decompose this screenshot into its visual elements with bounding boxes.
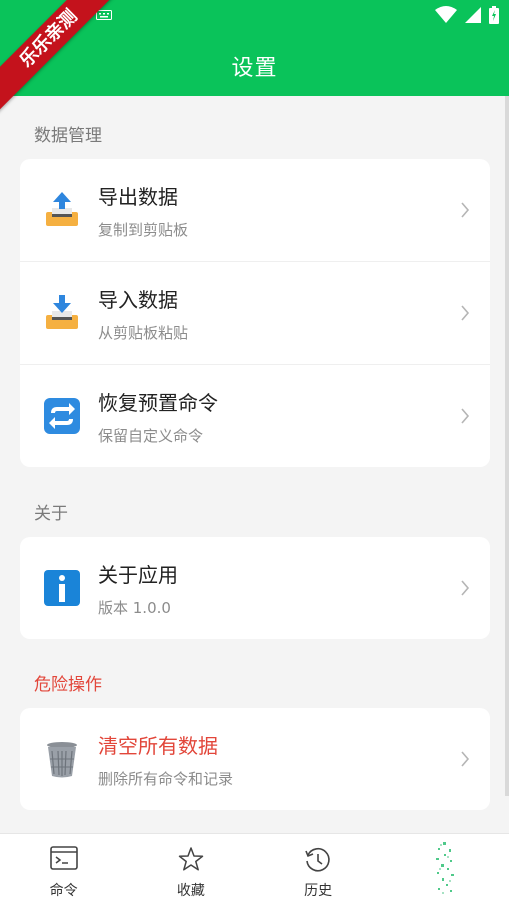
chevron-right-icon — [461, 751, 470, 767]
danger-card: 清空所有数据 删除所有命令和记录 — [20, 708, 490, 810]
export-data-subtitle: 复制到剪贴板 — [98, 221, 189, 239]
page-title: 设置 — [231, 56, 278, 81]
history-clock-icon — [305, 848, 330, 872]
restore-presets-row[interactable]: 恢复预置命令 保留自定义命令 — [20, 365, 490, 467]
status-icons — [435, 6, 499, 24]
tab-favorites[interactable]: 收藏 — [127, 834, 254, 906]
app-version-text: 版本 1.0.0 — [98, 599, 171, 617]
restore-arrows-icon — [44, 398, 80, 434]
section-title-about: 关于 — [34, 504, 68, 524]
section-title-data: 数据管理 — [34, 126, 102, 146]
export-data-row[interactable]: 导出数据 复制到剪贴板 — [20, 159, 490, 262]
sparkle-icon — [436, 842, 455, 894]
about-card: 关于应用 版本 1.0.0 — [20, 537, 490, 639]
clear-all-data-title: 清空所有数据 — [98, 734, 218, 758]
tab-history[interactable]: 历史 — [255, 834, 382, 906]
import-data-subtitle: 从剪贴板粘贴 — [98, 324, 189, 342]
import-tray-icon — [46, 295, 78, 329]
keyboard-icon — [96, 10, 112, 20]
bottom-navigation: 命令 收藏 历史 — [0, 833, 509, 906]
restore-presets-subtitle: 保留自定义命令 — [98, 427, 204, 445]
export-data-title: 导出数据 — [98, 185, 178, 209]
tab-settings[interactable] — [382, 834, 509, 906]
tab-commands[interactable]: 命令 — [0, 834, 127, 906]
chevron-right-icon — [461, 305, 470, 321]
chevron-right-icon — [461, 202, 470, 218]
chevron-right-icon — [461, 408, 470, 424]
about-app-row[interactable]: 关于应用 版本 1.0.0 — [20, 537, 490, 639]
import-data-title: 导入数据 — [98, 288, 178, 312]
info-icon — [44, 570, 80, 606]
about-app-title: 关于应用 — [98, 563, 178, 587]
chevron-right-icon — [461, 580, 470, 596]
tab-label-history: 历史 — [304, 883, 333, 899]
clear-all-data-row[interactable]: 清空所有数据 删除所有命令和记录 — [20, 708, 490, 810]
export-tray-icon — [46, 192, 78, 226]
wifi-icon — [435, 6, 457, 23]
tab-label-favorites: 收藏 — [176, 883, 205, 899]
import-data-row[interactable]: 导入数据 从剪贴板粘贴 — [20, 262, 490, 365]
clear-all-data-subtitle: 删除所有命令和记录 — [98, 770, 234, 788]
battery-icon — [489, 6, 499, 24]
scrollbar[interactable] — [505, 96, 509, 796]
tab-label-commands: 命令 — [49, 883, 78, 899]
data-management-card: 导出数据 复制到剪贴板 导入数据 从剪贴板粘贴 恢复预置命令 保留自定义命令 — [20, 159, 490, 467]
terminal-icon — [49, 846, 78, 870]
star-icon — [178, 847, 204, 871]
signal-icon — [465, 7, 481, 23]
trash-can-icon — [47, 742, 77, 778]
restore-presets-title: 恢复预置命令 — [98, 391, 218, 415]
section-title-danger: 危险操作 — [34, 675, 102, 695]
